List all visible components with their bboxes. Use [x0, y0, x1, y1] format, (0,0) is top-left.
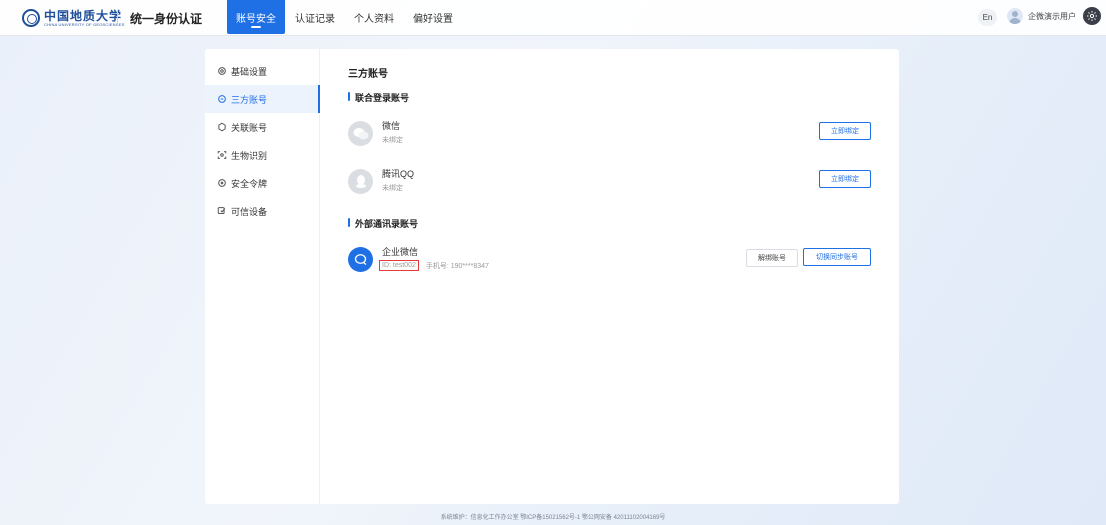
sidebar-item-basic-settings[interactable]: 基础设置	[205, 57, 319, 85]
logo-chinese-name: 中国地质大学	[44, 8, 123, 23]
shield-icon	[217, 178, 227, 188]
page-title: 三方账号	[348, 69, 388, 80]
account-status: 未绑定	[382, 185, 403, 192]
account-name: 企业微信	[382, 247, 419, 257]
sidebar-item-label: 三方账号	[231, 94, 268, 105]
sidebar-item-label: 关联账号	[231, 122, 268, 133]
list-item-qq: 腾讯QQ 未绑定 立即绑定	[348, 164, 878, 204]
wechat-icon	[348, 121, 373, 146]
account-name: 腾讯QQ	[382, 169, 415, 179]
section-title-external-contacts: 外部通讯录账号	[348, 217, 418, 230]
user-name: 企微演示用户	[1028, 11, 1076, 21]
nav-tab-account-security[interactable]: 账号安全	[227, 0, 285, 34]
settings-gear-icon[interactable]	[1083, 7, 1101, 25]
app-title: 统一身份认证	[130, 12, 203, 26]
nav-tab-profile[interactable]: 个人资料	[345, 0, 403, 34]
nav-tab-auth-records[interactable]: 认证记录	[286, 0, 344, 34]
qq-icon	[348, 169, 373, 194]
university-seal-icon	[22, 9, 40, 27]
university-logo[interactable]: 中国地质大学 CHINA UNIVERSITY OF GEOSCIENCES	[22, 7, 125, 29]
bind-qq-button[interactable]: 立即绑定	[819, 170, 871, 188]
account-name: 微信	[382, 121, 401, 131]
logo-english-name: CHINA UNIVERSITY OF GEOSCIENCES	[44, 21, 125, 27]
nav-tab-preferences[interactable]: 偏好设置	[404, 0, 462, 34]
user-avatar-icon	[1007, 8, 1023, 24]
section-title-joint-login: 联合登录账号	[348, 91, 409, 104]
header-divider	[117, 11, 118, 25]
sidebar-item-label: 基础设置	[231, 66, 268, 77]
account-phone: 手机号: 190****8347	[425, 262, 489, 270]
footer-text: 系统维护：信息化工作办公室 鄂ICP备15021562号-1 鄂公网安备 420…	[440, 515, 666, 521]
list-item-wework: 企业微信 ID: test002 手机号: 190****8347 解绑账号 切…	[348, 242, 878, 282]
chain-icon	[217, 122, 227, 132]
account-status: 未绑定	[382, 137, 403, 144]
user-menu[interactable]: 企微演示用户	[1007, 8, 1076, 24]
main-card: 基础设置 三方账号 关联账号 生物识别 安全令牌 可信设备 三方账号 联合登录账…	[205, 49, 899, 504]
sidebar-item-label: 可信设备	[231, 206, 268, 217]
settings-sidebar: 基础设置 三方账号 关联账号 生物识别 安全令牌 可信设备	[205, 49, 320, 504]
main-nav: 账号安全 认证记录 个人资料 偏好设置	[227, 0, 462, 36]
face-scan-icon	[217, 150, 227, 160]
sidebar-item-third-party-accounts[interactable]: 三方账号	[205, 85, 320, 113]
switch-sync-account-button[interactable]: 切换同步账号	[803, 248, 871, 266]
sidebar-item-linked-accounts[interactable]: 关联账号	[205, 113, 319, 141]
bind-wechat-button[interactable]: 立即绑定	[819, 122, 871, 140]
sidebar-item-trusted-devices[interactable]: 可信设备	[205, 197, 319, 225]
language-switch-button[interactable]: En	[978, 9, 997, 26]
sidebar-item-security-token[interactable]: 安全令牌	[205, 169, 319, 197]
sidebar-item-biometrics[interactable]: 生物识别	[205, 141, 319, 169]
wework-icon	[348, 247, 373, 272]
account-id: ID: test002	[379, 260, 419, 271]
device-icon	[217, 206, 227, 216]
unbind-account-button[interactable]: 解绑账号	[746, 249, 798, 267]
top-bar: 中国地质大学 CHINA UNIVERSITY OF GEOSCIENCES 统…	[0, 0, 1106, 36]
link-icon	[217, 94, 227, 104]
gear-icon	[217, 66, 227, 76]
list-item-wechat: 微信 未绑定 立即绑定	[348, 116, 878, 156]
sidebar-item-label: 生物识别	[231, 150, 268, 161]
sidebar-item-label: 安全令牌	[231, 178, 268, 189]
